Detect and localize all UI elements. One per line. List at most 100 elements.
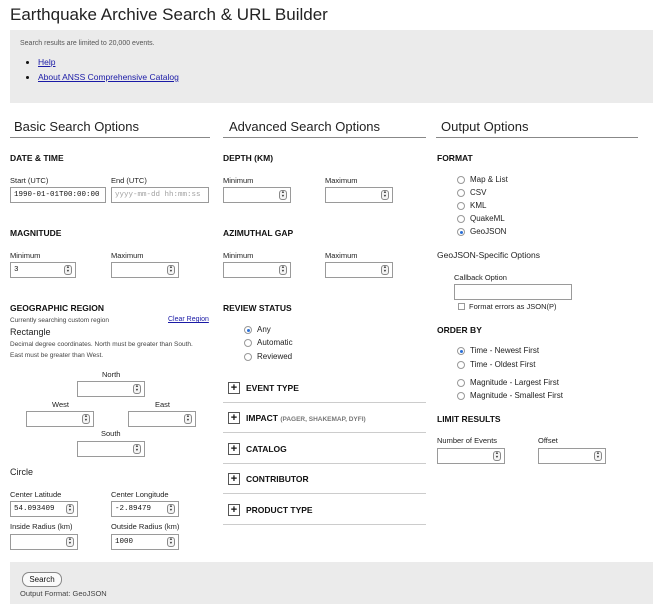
list-item: About ANSS Comprehensive Catalog — [38, 72, 179, 82]
magnitude-heading: MAGNITUDE — [10, 228, 62, 238]
radio-icon[interactable] — [457, 215, 465, 223]
radio-icon[interactable] — [457, 176, 465, 184]
expand-plus-icon[interactable]: + — [228, 412, 240, 424]
advanced-options-title: Advanced Search Options — [229, 119, 381, 134]
divider — [223, 432, 426, 433]
review-heading: REVIEW STATUS — [223, 303, 292, 313]
radio-icon[interactable] — [457, 189, 465, 197]
callback-field[interactable] — [454, 284, 572, 300]
search-button[interactable]: Search — [22, 572, 62, 587]
stepper-icon[interactable]: ▲ ▼ — [133, 444, 141, 454]
inner-radius-field[interactable]: ▲ ▼ — [10, 534, 78, 550]
outer-radius-field[interactable]: 1000 ▲ ▼ — [111, 534, 179, 550]
radio-selected-icon[interactable] — [457, 228, 465, 236]
about-anss-link[interactable]: About ANSS Comprehensive Catalog — [38, 72, 179, 82]
offset-field[interactable]: ▲ ▼ — [538, 448, 606, 464]
limit-heading: LIMIT RESULTS — [437, 414, 501, 424]
end-time-field[interactable]: yyyy-mm-dd hh:mm:ss — [111, 187, 209, 203]
info-links: Help About ANSS Comprehensive Catalog — [28, 57, 179, 87]
azgap-max-field[interactable]: ▲ ▼ — [325, 262, 393, 278]
stepper-icon[interactable]: ▲ ▼ — [167, 537, 175, 547]
stepper-icon[interactable]: ▲ ▼ — [167, 504, 175, 514]
mag-min-field[interactable]: 3 ▲ ▼ — [10, 262, 76, 278]
info-panel: Search results are limited to 20,000 eve… — [10, 30, 653, 103]
radio-selected-icon[interactable] — [457, 347, 465, 355]
radio-icon[interactable] — [244, 339, 252, 347]
help-link[interactable]: Help — [38, 57, 55, 67]
results-limit-note: Search results are limited to 20,000 eve… — [20, 40, 155, 47]
stepper-icon[interactable]: ▲ ▼ — [66, 504, 74, 514]
depth-min-label: Minimum — [223, 176, 254, 185]
inner-radius-label: Inside Radius (km) — [10, 522, 73, 531]
depth-min-field[interactable]: ▲ ▼ — [223, 187, 291, 203]
clear-region-link[interactable]: Clear Region — [168, 316, 209, 323]
radio-selected-icon[interactable] — [244, 326, 252, 334]
circle-title: Circle — [10, 467, 34, 477]
stepper-icon[interactable]: ▲ ▼ — [279, 265, 287, 275]
callback-label: Callback Option — [454, 273, 507, 282]
format-heading: FORMAT — [437, 153, 473, 163]
divider — [223, 402, 426, 403]
start-label: Start (UTC) — [10, 176, 49, 185]
offset-label: Offset — [538, 436, 558, 445]
north-label: North — [102, 370, 121, 379]
azgap-min-label: Minimum — [223, 251, 254, 260]
south-field[interactable]: ▲ ▼ — [77, 441, 145, 457]
expand-plus-icon[interactable]: + — [228, 473, 240, 485]
west-field[interactable]: ▲ ▼ — [26, 411, 94, 427]
depth-max-field[interactable]: ▲ ▼ — [325, 187, 393, 203]
north-field[interactable]: ▲ ▼ — [77, 381, 145, 397]
radio-icon[interactable] — [244, 353, 252, 361]
divider — [223, 463, 426, 464]
stepper-icon[interactable]: ▲ ▼ — [64, 265, 72, 275]
expand-plus-icon[interactable]: + — [228, 382, 240, 394]
stepper-icon[interactable]: ▲ ▼ — [82, 414, 90, 424]
center-lon-label: Center Longitude — [111, 490, 169, 499]
rectangle-help-2: East must be greater than West. — [10, 352, 104, 359]
stepper-icon[interactable]: ▲ ▼ — [381, 190, 389, 200]
region-heading: GEOGRAPHIC REGION — [10, 303, 104, 313]
output-format-status: Output Format: GeoJSON — [20, 589, 107, 598]
azgap-heading: AZIMUTHAL GAP — [223, 228, 294, 238]
format-errors-label: Format errors as JSON(P) — [469, 302, 557, 311]
azgap-min-field[interactable]: ▲ ▼ — [223, 262, 291, 278]
mag-min-label: Minimum — [10, 251, 41, 260]
east-field[interactable]: ▲ ▼ — [128, 411, 196, 427]
azgap-max-label: Maximum — [325, 251, 358, 260]
radio-icon[interactable] — [457, 379, 465, 387]
footer-panel: Search Output Format: GeoJSON — [10, 562, 653, 604]
east-label: East — [155, 400, 171, 409]
region-status: Currently searching custom region — [10, 317, 109, 324]
stepper-icon[interactable]: ▲ ▼ — [381, 265, 389, 275]
start-time-field[interactable]: 1990-01-01T00:00:00 — [10, 187, 106, 203]
expand-plus-icon[interactable]: + — [228, 443, 240, 455]
depth-heading: DEPTH (KM) — [223, 153, 274, 163]
radio-icon[interactable] — [457, 392, 465, 400]
mag-max-label: Maximum — [111, 251, 144, 260]
radio-icon[interactable] — [457, 361, 465, 369]
stepper-icon[interactable]: ▲ ▼ — [167, 265, 175, 275]
basic-title-divider — [10, 137, 210, 138]
format-errors-checkbox[interactable] — [458, 303, 465, 310]
center-lon-field[interactable]: -2.89479 ▲ ▼ — [111, 501, 179, 517]
depth-max-label: Maximum — [325, 176, 358, 185]
list-item: Help — [38, 57, 179, 67]
stepper-icon[interactable]: ▲ ▼ — [133, 384, 141, 394]
stepper-icon[interactable]: ▲ ▼ — [279, 190, 287, 200]
center-lat-field[interactable]: 54.093409 ▲ ▼ — [10, 501, 78, 517]
stepper-icon[interactable]: ▲ ▼ — [493, 451, 501, 461]
stepper-icon[interactable]: ▲ ▼ — [66, 537, 74, 547]
radio-icon[interactable] — [457, 202, 465, 210]
center-lat-label: Center Latitude — [10, 490, 62, 499]
expand-plus-icon[interactable]: + — [228, 504, 240, 516]
output-options-title: Output Options — [441, 119, 529, 134]
rectangle-title: Rectangle — [10, 327, 51, 337]
geojson-options-heading: GeoJSON-Specific Options — [437, 250, 540, 260]
stepper-icon[interactable]: ▲ ▼ — [594, 451, 602, 461]
south-label: South — [101, 429, 121, 438]
advanced-title-divider — [223, 137, 426, 138]
order-heading: ORDER BY — [437, 325, 482, 335]
events-field[interactable]: ▲ ▼ — [437, 448, 505, 464]
stepper-icon[interactable]: ▲ ▼ — [184, 414, 192, 424]
mag-max-field[interactable]: ▲ ▼ — [111, 262, 179, 278]
